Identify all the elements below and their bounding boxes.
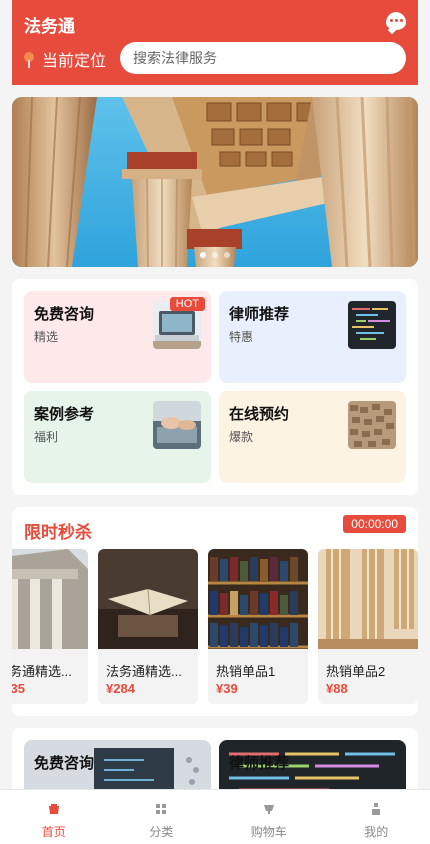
- hot-badge: HOT: [169, 297, 205, 311]
- banner-dot[interactable]: [212, 252, 218, 258]
- tab-profile[interactable]: 我的: [323, 790, 430, 844]
- feature-card-label: 免费咨询: [34, 755, 95, 772]
- product-price: ¥335: [12, 681, 25, 696]
- app-header: 法务通 当前定位: [12, 0, 418, 85]
- service-subtitle: 爆款: [229, 430, 254, 444]
- product-price: ¥39: [216, 681, 238, 696]
- product-carousel[interactable]: 法务通精选... ¥335 法务通精选... ¥284: [12, 549, 418, 704]
- product-name: 热销单品1: [216, 664, 276, 679]
- product-card[interactable]: 法务通精选... ¥284: [98, 549, 198, 704]
- bottom-tab-bar: 首页 分类 购物车 我的: [0, 789, 430, 844]
- tab-label: 分类: [149, 825, 174, 839]
- tab-home[interactable]: 首页: [0, 790, 108, 844]
- service-subtitle: 福利: [34, 430, 59, 444]
- chat-icon[interactable]: [386, 12, 406, 30]
- product-image: [318, 549, 418, 649]
- grid-icon: [156, 804, 167, 814]
- typing-thumbnail: [153, 401, 201, 449]
- user-icon: [372, 803, 381, 815]
- tab-cart[interactable]: 购物车: [215, 790, 323, 844]
- product-card[interactable]: 法务通精选... ¥335: [12, 549, 88, 704]
- flash-sale-title: 限时秒杀: [24, 523, 92, 542]
- tab-label: 我的: [364, 825, 389, 839]
- hero-banner[interactable]: [12, 97, 418, 267]
- service-subtitle: 精选: [34, 330, 59, 344]
- code-thumbnail: [348, 301, 396, 349]
- banner-dot[interactable]: [200, 252, 206, 258]
- flash-sale-section: 限时秒杀 00:00:00 法务通精选... ¥335 法务通精选... ¥28…: [12, 507, 418, 716]
- search-input[interactable]: [120, 42, 406, 74]
- product-name: 法务通精选...: [106, 664, 182, 679]
- service-title: 在线预约: [229, 406, 290, 423]
- cart-icon: [263, 805, 274, 814]
- service-lawyer-recommend[interactable]: 律师推荐 特惠: [219, 291, 406, 383]
- service-online-booking[interactable]: 在线预约 爆款: [219, 391, 406, 483]
- tab-category[interactable]: 分类: [108, 790, 216, 844]
- letterpress-thumbnail: [348, 401, 396, 449]
- service-case-reference[interactable]: 案例参考 福利: [24, 391, 211, 483]
- product-card[interactable]: 热销单品2 ¥88: [318, 549, 418, 704]
- service-title: 律师推荐: [229, 306, 290, 323]
- location-label: 当前定位: [42, 53, 107, 70]
- banner-image: [12, 97, 418, 267]
- service-subtitle: 特惠: [229, 330, 254, 344]
- location-selector[interactable]: 当前定位: [24, 47, 106, 71]
- service-title: 免费咨询: [34, 306, 95, 323]
- product-image: [98, 549, 198, 649]
- app-title: 法务通: [24, 17, 75, 36]
- location-pin-icon: [24, 52, 34, 68]
- service-grid: 免费咨询 精选 HOT 律师推荐 特惠 案例参考 福利 在线预约 爆款: [12, 279, 418, 495]
- product-price: ¥284: [106, 681, 135, 696]
- service-free-consult[interactable]: 免费咨询 精选 HOT: [24, 291, 211, 383]
- product-image: [208, 549, 308, 649]
- tab-label: 购物车: [250, 825, 287, 839]
- product-card[interactable]: 热销单品1 ¥39: [208, 549, 308, 704]
- feature-card-label: 律师推荐: [229, 755, 290, 772]
- product-name: 法务通精选...: [12, 664, 72, 679]
- tab-label: 首页: [41, 825, 66, 839]
- home-icon: [48, 804, 59, 814]
- banner-pagination: [200, 252, 230, 258]
- service-title: 案例参考: [34, 406, 95, 423]
- product-price: ¥88: [326, 681, 348, 696]
- banner-dot[interactable]: [224, 252, 230, 258]
- product-name: 热销单品2: [326, 664, 386, 679]
- product-image: [12, 549, 88, 649]
- countdown-timer: 00:00:00: [343, 515, 406, 533]
